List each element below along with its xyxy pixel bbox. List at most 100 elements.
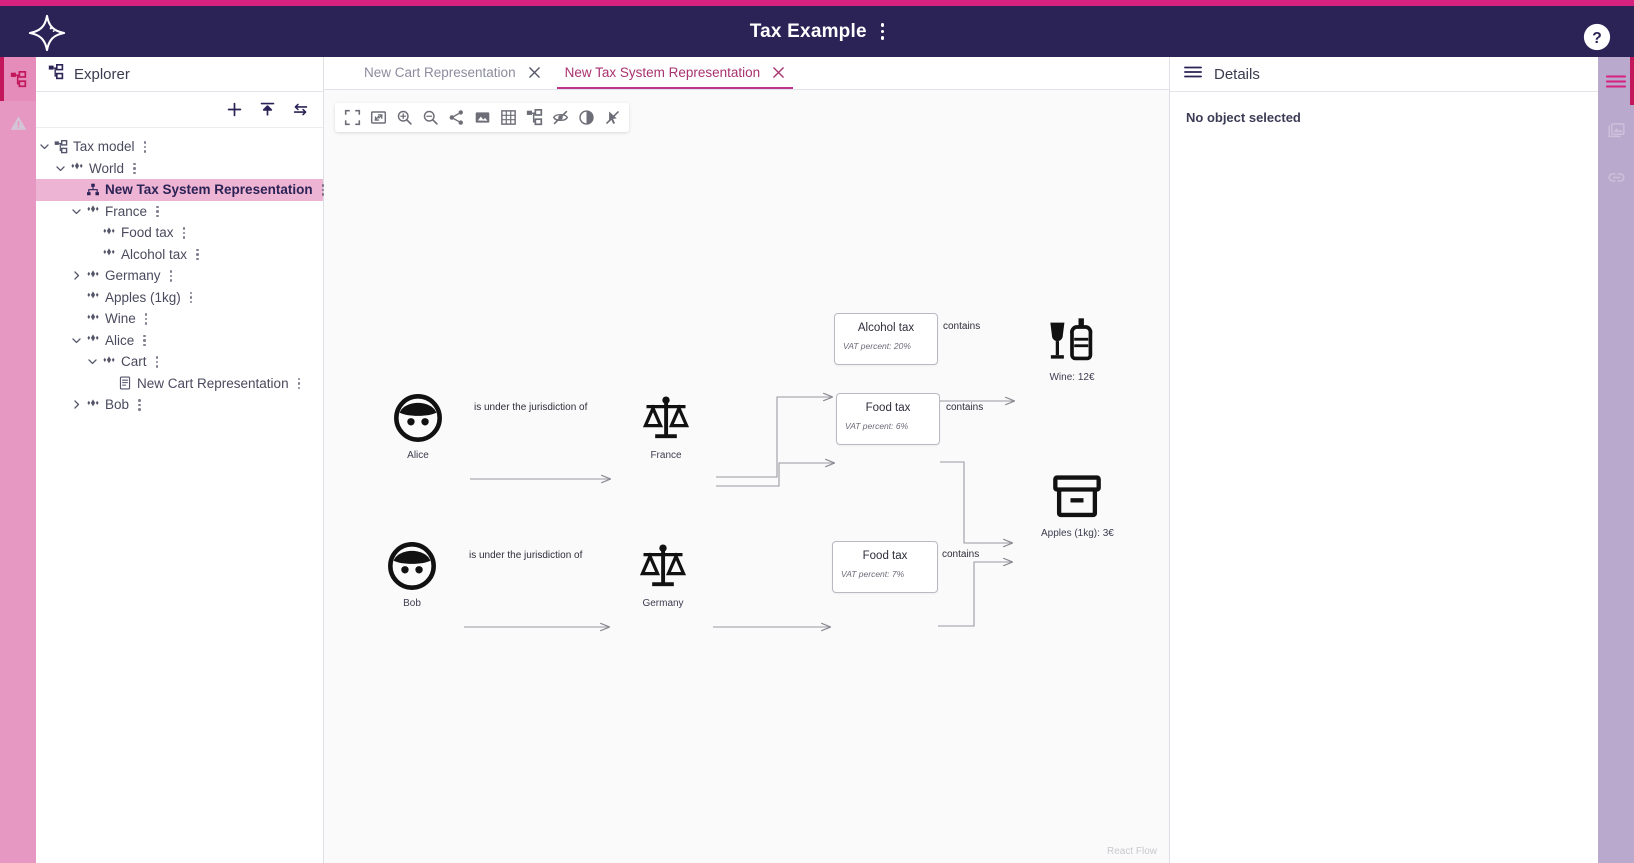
- help-circle-icon[interactable]: ?: [1582, 22, 1612, 52]
- editor-area: New Cart Representation New Tax System Re…: [324, 57, 1169, 863]
- upload-top-icon[interactable]: [259, 101, 276, 118]
- tree-item-apples-1kg[interactable]: Apples (1kg): [36, 287, 323, 309]
- rail-item-related-links[interactable]: [1598, 153, 1634, 201]
- application-window: Tax Example ? Explorer Tax model World N…: [0, 0, 1634, 863]
- details-title: Details: [1214, 65, 1260, 83]
- diagram-node-wine[interactable]: Wine: 12€: [1046, 314, 1098, 383]
- tree-item-label: Germany: [105, 268, 161, 284]
- tree-item-food-tax[interactable]: Food tax: [36, 222, 323, 244]
- tree-item-label: Apples (1kg): [105, 289, 181, 305]
- tree-item-tax-model[interactable]: Tax model: [36, 136, 323, 158]
- diagram-node-foodtaxfr[interactable]: Food tax VAT percent: 6%: [836, 393, 940, 445]
- tree-item-label: France: [105, 203, 148, 219]
- kebab-menu-icon[interactable]: [880, 23, 885, 40]
- tree-item-alice[interactable]: Alice: [36, 330, 323, 352]
- balance-scale-icon: [642, 396, 690, 439]
- balance-scale-icon: [639, 544, 687, 587]
- tree-item-menu-icon[interactable]: [155, 356, 159, 368]
- diagram-node-france[interactable]: France: [640, 392, 692, 461]
- title-bar: Tax Example ?: [0, 6, 1634, 57]
- box-archive-icon: [1053, 475, 1102, 518]
- sparkle-star-logo[interactable]: [28, 14, 66, 52]
- tree-item-label: Food tax: [121, 225, 174, 241]
- details-panel: Details No object selected: [1169, 57, 1598, 863]
- diagram-node-apples[interactable]: Apples (1kg): 3€: [1041, 470, 1114, 539]
- diagram-node-alice[interactable]: Alice: [392, 392, 444, 461]
- rail-item-representations[interactable]: [1598, 105, 1634, 153]
- tree-item-menu-icon[interactable]: [182, 227, 186, 239]
- edge-label-alcoholtax-wine: contains: [943, 321, 981, 332]
- tree-item-menu-icon[interactable]: [189, 291, 193, 303]
- tree-structure-icon: [48, 63, 64, 85]
- tree-item-new-tax-system-representation[interactable]: New Tax System Representation: [36, 179, 325, 201]
- tree-item-bob[interactable]: Bob: [36, 394, 323, 416]
- close-icon[interactable]: [772, 66, 785, 79]
- hierarchy-icon: [84, 183, 102, 197]
- tab-label: New Tax System Representation: [564, 65, 761, 80]
- diamond-icon: [100, 226, 118, 240]
- details-header: Details: [1170, 57, 1598, 92]
- warning-triangle-icon[interactable]: [0, 101, 36, 145]
- tree-item-menu-icon[interactable]: [169, 270, 173, 282]
- person-face-icon: [388, 542, 436, 590]
- tree-item-label: Bob: [105, 397, 130, 413]
- tree-item-menu-icon[interactable]: [143, 141, 147, 153]
- tree-item-cart[interactable]: Cart: [36, 351, 323, 373]
- tree-item-menu-icon[interactable]: [144, 313, 148, 325]
- tree-item-germany[interactable]: Germany: [36, 265, 323, 287]
- chevron-right-icon[interactable]: [68, 399, 84, 410]
- hamburger-icon[interactable]: [1184, 64, 1202, 85]
- swap-arrows-icon[interactable]: [292, 101, 309, 118]
- rail-item-details-panel[interactable]: [1598, 57, 1634, 105]
- diagram-node-bob[interactable]: Bob: [386, 540, 438, 609]
- diamond-icon: [100, 247, 118, 261]
- tab-new-tax-system-representation[interactable]: New Tax System Representation: [553, 56, 798, 89]
- chevron-right-icon[interactable]: [68, 270, 84, 281]
- edge-label-foodtaxde-apples: contains: [942, 549, 980, 560]
- node-label: Bob: [403, 598, 421, 609]
- diamond-icon: [84, 269, 102, 283]
- wine-bottle-icon: [1050, 318, 1093, 361]
- tree-item-menu-icon[interactable]: [196, 248, 199, 260]
- tree-item-world[interactable]: World: [36, 158, 323, 180]
- chevron-down-icon[interactable]: [68, 206, 84, 217]
- hamburger-icon: [1606, 74, 1626, 88]
- tree-item-wine[interactable]: Wine: [36, 308, 323, 330]
- diagram-nodes: Alice France Bob Germany Wine: 12€ Apples (1k…: [324, 90, 1169, 863]
- details-body: No object selected: [1170, 92, 1598, 143]
- tree-item-alcohol-tax[interactable]: Alcohol tax: [36, 244, 323, 266]
- tree-item-label: Alice: [105, 332, 135, 348]
- chevron-down-icon[interactable]: [68, 335, 84, 346]
- chevron-down-icon[interactable]: [36, 141, 52, 152]
- person-face-icon: [394, 394, 442, 442]
- tree-item-label: New Tax System Representation: [105, 182, 313, 198]
- tab-label: New Cart Representation: [364, 65, 516, 80]
- node-title: Food tax: [865, 402, 911, 414]
- diagram-node-foodtaxde[interactable]: Food tax VAT percent: 7%: [832, 541, 938, 593]
- tree-item-menu-icon[interactable]: [143, 334, 146, 346]
- tree-item-france[interactable]: France: [36, 201, 323, 223]
- tree-item-menu-icon[interactable]: [297, 377, 301, 389]
- tab-new-cart-representation[interactable]: New Cart Representation: [352, 56, 553, 89]
- diamond-icon: [84, 312, 102, 326]
- diamond-icon: [84, 204, 102, 218]
- chevron-down-icon[interactable]: [84, 356, 100, 367]
- chevron-down-icon[interactable]: [52, 163, 68, 174]
- explorer-header: Explorer: [36, 57, 323, 92]
- tree-item-menu-icon[interactable]: [133, 162, 136, 174]
- plus-icon[interactable]: [226, 101, 243, 118]
- right-icon-rail: [1598, 57, 1634, 863]
- react-flow-attribution[interactable]: React Flow: [1107, 846, 1157, 857]
- tree-item-menu-icon[interactable]: [138, 399, 141, 411]
- image-stack-icon: [1607, 122, 1625, 137]
- rail-item-model-explorer[interactable]: [0, 57, 36, 101]
- diagram-canvas[interactable]: Alice France Bob Germany Wine: 12€ Apples (1k…: [324, 90, 1169, 863]
- tree-item-label: New Cart Representation: [137, 375, 289, 391]
- diagram-node-alcoholtax[interactable]: Alcohol tax VAT percent: 20%: [834, 313, 938, 365]
- tree-item-new-cart-representation[interactable]: New Cart Representation: [36, 373, 323, 395]
- tree-item-menu-icon[interactable]: [156, 205, 159, 217]
- tree-structure-icon: [52, 139, 70, 154]
- close-icon[interactable]: [528, 66, 541, 79]
- diagram-node-germany[interactable]: Germany: [637, 540, 689, 609]
- svg-text:?: ?: [1592, 30, 1602, 47]
